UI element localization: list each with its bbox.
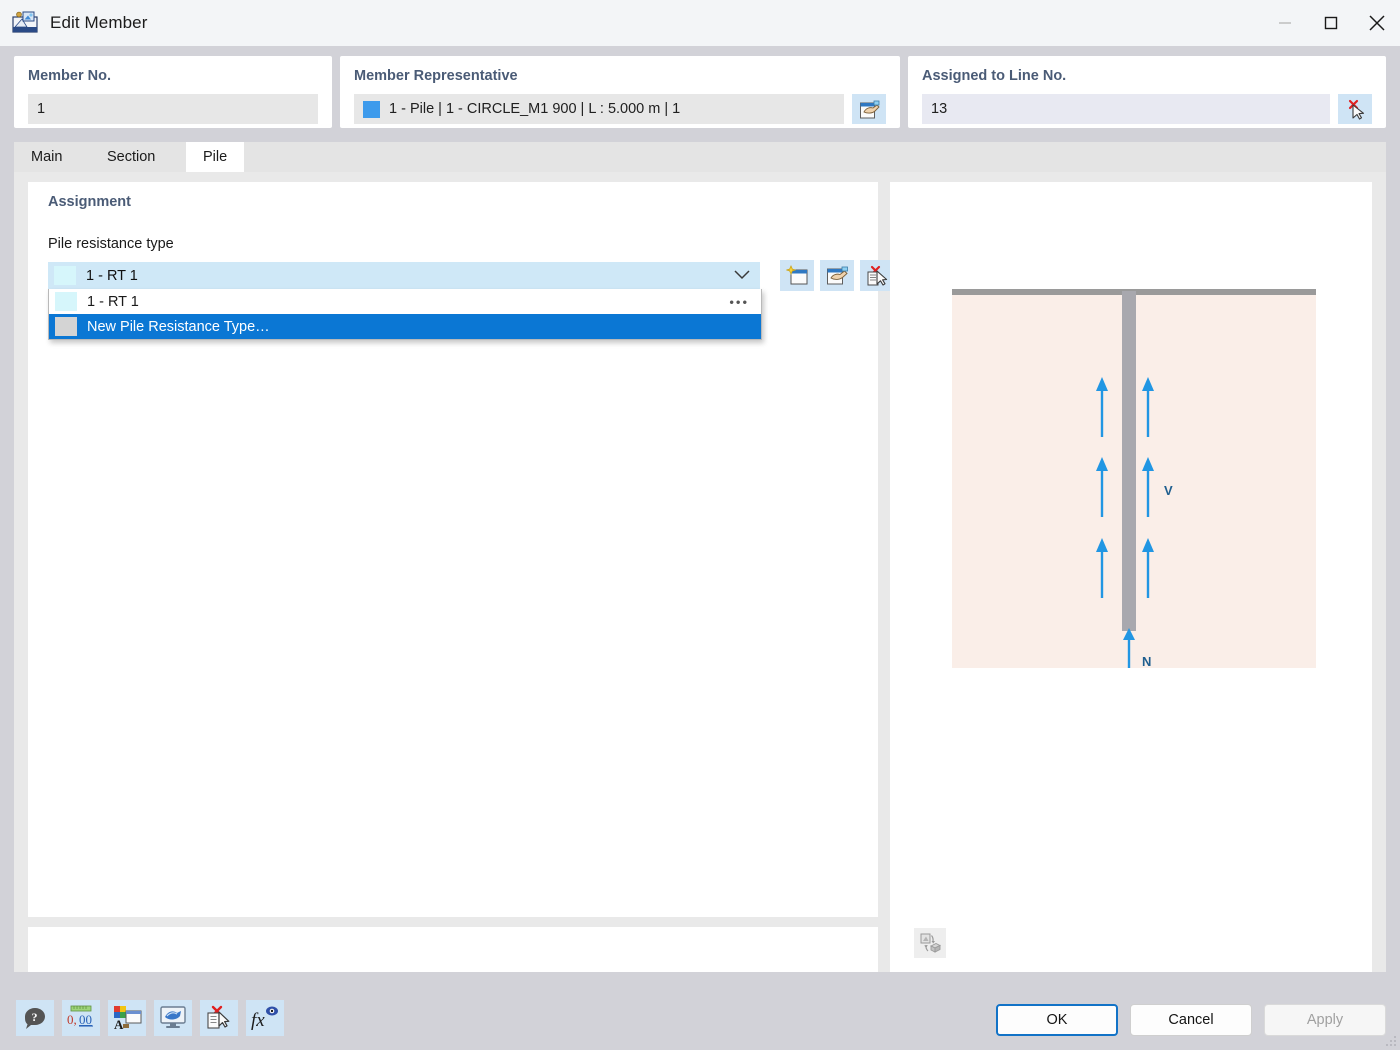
edit-hand-icon[interactable]: [852, 94, 886, 124]
member-representative-card: Member Representative 1 - Pile | 1 - CIR…: [340, 56, 900, 128]
new-item-icon[interactable]: [780, 260, 814, 291]
footer-toolbar: ? 0, 00: [16, 1000, 284, 1036]
ok-button[interactable]: OK: [996, 1004, 1118, 1036]
option-swatch: [55, 317, 77, 336]
edit-item-icon[interactable]: [820, 260, 854, 291]
window-controls: [1262, 0, 1400, 46]
window-title: Edit Member: [50, 13, 147, 33]
tab-pile[interactable]: Pile: [186, 142, 244, 172]
skin-friction-arrow: [1138, 377, 1158, 439]
list-item[interactable]: 1 - RT 1 •••: [49, 289, 761, 314]
assignment-footer-panel: [28, 927, 878, 972]
dialog-footer: ? 0, 00: [0, 986, 1400, 1050]
maximize-button[interactable]: [1308, 0, 1354, 46]
decimal-places-icon[interactable]: 0, 00: [62, 1000, 100, 1036]
member-representative-value: 1 - Pile | 1 - CIRCLE_M1 900 | L : 5.000…: [389, 101, 680, 117]
help-icon[interactable]: ?: [16, 1000, 54, 1036]
member-color-chip: [363, 101, 380, 118]
view-2d-3d-icon[interactable]: [914, 928, 946, 958]
skin-friction-arrow: [1092, 377, 1112, 439]
skin-friction-arrow: [1138, 538, 1158, 600]
combobox-display[interactable]: 1 - RT 1: [48, 262, 760, 289]
chevron-down-icon[interactable]: [734, 268, 750, 284]
combobox-selected-value: 1 - RT 1: [86, 268, 138, 284]
combobox-selected-swatch: [54, 266, 76, 285]
pile-resistance-type-combobox[interactable]: 1 - RT 1 1 - RT 1 ••• New Pile Resistanc…: [48, 262, 760, 289]
skin-friction-arrow: [1092, 538, 1112, 600]
title-bar: Edit Member: [0, 0, 1400, 46]
delete-select-icon[interactable]: [200, 1000, 238, 1036]
edit-member-dialog: Edit Member Member No. 1 Member Represen…: [0, 0, 1400, 1050]
svg-text:00: 00: [79, 1012, 92, 1027]
visualization-icon[interactable]: [154, 1000, 192, 1036]
option-swatch: [55, 292, 77, 311]
member-representative-field[interactable]: 1 - Pile | 1 - CIRCLE_M1 900 | L : 5.000…: [354, 94, 844, 124]
axial-force-label: N: [1142, 654, 1151, 669]
display-properties-icon[interactable]: A: [108, 1000, 146, 1036]
tab-strip: Main Section Pile: [14, 142, 1386, 172]
svg-text:?: ?: [32, 1010, 38, 1024]
tab-section[interactable]: Section: [90, 142, 172, 172]
apply-button: Apply: [1264, 1004, 1386, 1036]
resize-grip[interactable]: [1385, 1035, 1397, 1047]
member-representative-label: Member Representative: [354, 68, 886, 84]
delete-select-icon[interactable]: [1338, 94, 1372, 124]
member-no-field[interactable]: 1: [28, 94, 318, 124]
combobox-dropdown-list: 1 - RT 1 ••• New Pile Resistance Type…: [48, 289, 762, 340]
option-overflow-icon[interactable]: •••: [729, 294, 749, 309]
formula-icon[interactable]: fx: [246, 1000, 284, 1036]
pile-shaft: [1122, 291, 1136, 631]
option-label: New Pile Resistance Type…: [87, 319, 270, 335]
member-no-card: Member No. 1: [14, 56, 332, 128]
cancel-button[interactable]: Cancel: [1130, 1004, 1252, 1036]
svg-text:0,: 0,: [67, 1012, 77, 1027]
assignment-title: Assignment: [48, 194, 131, 210]
pile-resistance-diagram: V N: [952, 282, 1316, 677]
member-no-label: Member No.: [28, 68, 318, 84]
base-resistance-arrow: [1119, 628, 1139, 670]
content-area: Assignment Pile resistance type 1 - RT 1…: [14, 172, 1386, 972]
list-item[interactable]: New Pile Resistance Type…: [49, 314, 761, 339]
assigned-to-line-label: Assigned to Line No.: [922, 68, 1372, 84]
pile-resistance-toolbar: [780, 260, 894, 291]
dialog-action-buttons: OK Cancel Apply: [996, 1004, 1386, 1036]
tab-main[interactable]: Main: [14, 142, 79, 172]
assignment-panel: Assignment Pile resistance type 1 - RT 1…: [28, 182, 878, 917]
preview-panel: V N: [890, 182, 1372, 972]
skin-friction-arrow: [1138, 457, 1158, 519]
assigned-to-line-field[interactable]: 13: [922, 94, 1330, 124]
svg-text:A: A: [114, 1017, 124, 1031]
delete-item-icon[interactable]: [860, 260, 894, 291]
pile-resistance-type-label: Pile resistance type: [48, 236, 174, 252]
option-label: 1 - RT 1: [87, 294, 139, 310]
assigned-to-line-card: Assigned to Line No. 13: [908, 56, 1386, 128]
svg-text:fx: fx: [251, 1010, 265, 1031]
minimize-button[interactable]: [1262, 0, 1308, 46]
shear-force-label: V: [1164, 483, 1173, 498]
member-app-icon: [12, 11, 38, 35]
skin-friction-arrow: [1092, 457, 1112, 519]
close-button[interactable]: [1354, 0, 1400, 46]
